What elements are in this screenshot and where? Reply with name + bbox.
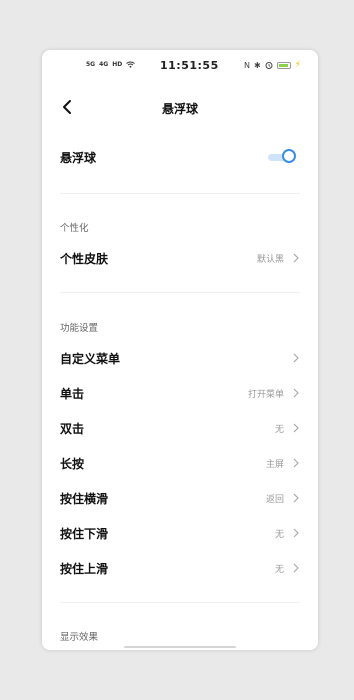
long-press-value: 主屏 — [265, 459, 284, 470]
menu-item-double-tap[interactable]: 双击 无 — [42, 413, 318, 443]
skin-row[interactable]: 个性皮肤 默认黑 — [42, 243, 318, 273]
switch-knob — [282, 149, 296, 163]
menu-item-custom-menu[interactable]: 自定义菜单 — [42, 343, 318, 373]
chevron-right-icon — [293, 423, 299, 433]
signal-5g-icon: 5G — [86, 61, 96, 68]
floating-ball-label: 悬浮球 — [60, 150, 97, 165]
clock: 11:51:55 — [160, 59, 219, 72]
wifi-icon — [126, 61, 136, 68]
menu-item-single-tap[interactable]: 单击 打开菜单 — [42, 378, 318, 408]
skin-value: 默认黑 — [256, 254, 284, 265]
chevron-right-icon — [293, 353, 299, 363]
chevron-right-icon — [293, 388, 299, 398]
divider — [60, 292, 300, 293]
hold-swipe-up-value: 无 — [274, 564, 284, 575]
chevron-right-icon — [293, 563, 299, 573]
status-bar: 5G 4G HD 11:51:55 N ✱ ⚡ — [42, 50, 318, 82]
double-tap-label: 双击 — [60, 421, 85, 436]
section-title-personalization: 个性化 — [60, 223, 89, 234]
double-tap-value: 无 — [274, 424, 284, 435]
long-press-label: 长按 — [60, 456, 85, 471]
divider — [60, 602, 300, 603]
page-header: 悬浮球 — [42, 90, 318, 124]
signal-4g-icon: 4G — [99, 61, 109, 68]
floating-ball-switch[interactable] — [268, 149, 298, 165]
hold-swipe-up-label: 按住上滑 — [60, 561, 109, 576]
divider — [60, 193, 300, 194]
signal-indicators: 5G 4G HD — [86, 61, 136, 68]
battery-icon — [276, 61, 291, 69]
nfc-icon: N — [244, 60, 250, 70]
custom-menu-label: 自定义菜单 — [60, 351, 121, 366]
menu-item-hold-swipe-horizontal[interactable]: 按住横滑 返回 — [42, 483, 318, 513]
chevron-right-icon — [293, 493, 299, 503]
phone-screen: 5G 4G HD 11:51:55 N ✱ ⚡ 悬浮球 悬浮球 个性化 个性皮肤… — [42, 50, 318, 650]
single-tap-label: 单击 — [60, 386, 85, 401]
skin-label: 个性皮肤 — [60, 251, 109, 266]
charging-icon: ⚡ — [294, 60, 302, 70]
single-tap-value: 打开菜单 — [247, 389, 284, 400]
chevron-right-icon — [293, 253, 299, 263]
section-title-display-effect: 显示效果 — [60, 632, 99, 643]
menu-item-long-press[interactable]: 长按 主屏 — [42, 448, 318, 478]
section-title-function-settings: 功能设置 — [60, 323, 99, 334]
chevron-right-icon — [293, 458, 299, 468]
menu-item-hold-swipe-down[interactable]: 按住下滑 无 — [42, 518, 318, 548]
home-indicator[interactable] — [124, 646, 236, 648]
hold-swipe-horizontal-label: 按住横滑 — [60, 491, 109, 506]
status-icons-right: N ✱ ⚡ — [244, 60, 301, 70]
hold-swipe-down-label: 按住下滑 — [60, 526, 109, 541]
hd-icon: HD — [112, 61, 123, 68]
page-title: 悬浮球 — [161, 102, 198, 116]
hold-swipe-horizontal-value: 返回 — [265, 494, 284, 505]
floating-ball-toggle-row[interactable]: 悬浮球 — [42, 142, 318, 172]
menu-item-hold-swipe-up[interactable]: 按住上滑 无 — [42, 553, 318, 583]
hold-swipe-down-value: 无 — [274, 529, 284, 540]
alarm-icon — [265, 62, 273, 69]
chevron-right-icon — [293, 528, 299, 538]
bluetooth-icon: ✱ — [253, 60, 261, 70]
